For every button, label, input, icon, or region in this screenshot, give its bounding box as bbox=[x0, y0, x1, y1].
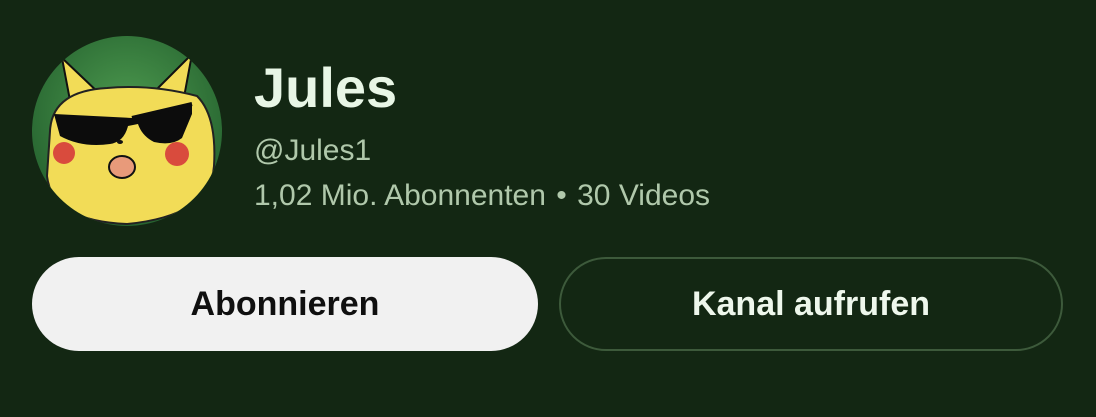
view-channel-button[interactable]: Kanal aufrufen bbox=[559, 257, 1063, 351]
channel-avatar[interactable] bbox=[32, 36, 222, 226]
video-count: 30 Videos bbox=[577, 179, 710, 212]
subscribe-button-label: Abonnieren bbox=[190, 284, 380, 323]
channel-stats: 1,02 Mio. Abonnenten • 30 Videos bbox=[254, 178, 710, 214]
subscribe-button[interactable]: Abonnieren bbox=[32, 257, 538, 351]
channel-handle: @Jules1 bbox=[254, 134, 372, 167]
view-channel-button-label: Kanal aufrufen bbox=[691, 284, 931, 323]
subscriber-count: 1,02 Mio. Abonnenten bbox=[254, 179, 546, 212]
stats-separator: • bbox=[556, 179, 567, 212]
channel-name: Jules bbox=[254, 56, 398, 119]
pikachu-sunglasses-avatar-icon bbox=[32, 36, 222, 226]
